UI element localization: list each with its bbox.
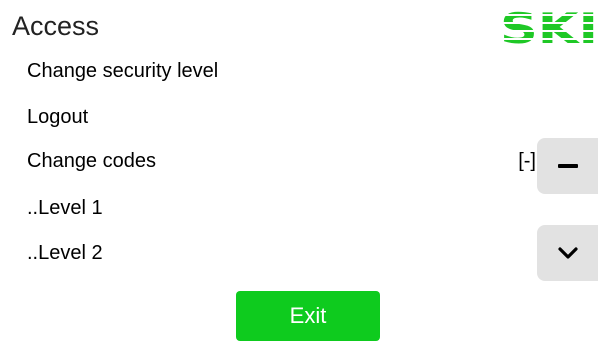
menu-item-level-1[interactable]: ..Level 1 <box>27 194 103 222</box>
page-title: Access <box>12 11 100 41</box>
exit-button-label: Exit <box>289 303 327 328</box>
exit-button[interactable]: Exit <box>236 291 380 341</box>
menu-item-change-codes[interactable]: Change codes <box>27 147 156 175</box>
ski-logo-icon: SKI <box>500 8 598 46</box>
menu-item-change-security-level[interactable]: Change security level <box>27 57 218 85</box>
collapse-button[interactable] <box>537 138 598 194</box>
scroll-down-button[interactable] <box>537 225 598 281</box>
menu-item-logout[interactable]: Logout <box>27 103 88 131</box>
menu-item-level-2[interactable]: ..Level 2 <box>27 239 103 267</box>
minus-icon <box>557 164 578 168</box>
chevron-down-icon <box>557 247 578 259</box>
change-codes-state: [-] <box>518 150 536 172</box>
